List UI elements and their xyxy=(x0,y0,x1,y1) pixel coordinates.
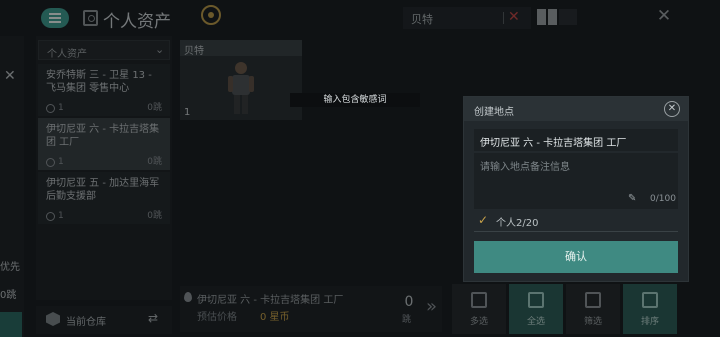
swap-icon[interactable]: ⇄ xyxy=(148,311,158,325)
location-filter-label: 个人资产 xyxy=(47,49,87,60)
left-edge-jumps: 0跳 xyxy=(0,290,17,301)
warehouse-icon xyxy=(46,312,60,326)
box-icon xyxy=(46,103,55,113)
divider xyxy=(474,231,678,232)
top-bar: 个人资产 贝特 ✕ ✕ xyxy=(0,0,720,36)
multi-select-button[interactable]: 多选 xyxy=(452,284,506,334)
grid-view-icon[interactable] xyxy=(537,9,546,25)
hamburger-icon xyxy=(49,13,61,23)
sort-label: 排序 xyxy=(640,316,659,327)
list-view-icon[interactable] xyxy=(559,9,577,25)
note-placeholder: 请输入地点备注信息 xyxy=(480,162,570,173)
item-count: 1 xyxy=(46,211,64,221)
personal-checkbox-label: 个人2/20 xyxy=(496,218,539,229)
checkbox-icon xyxy=(471,291,487,308)
dialog-title: 创建地点 xyxy=(474,107,514,118)
item-name: 贝特 xyxy=(184,46,204,57)
selection-info-bar: 伊切尼亚 六 - 卡拉吉塔集团 工厂 预估价格 0 星币 0 跳 » xyxy=(180,286,442,332)
location-pin-icon xyxy=(184,292,192,302)
item-count-value: 1 xyxy=(58,157,64,167)
item-card-header: 贝特 xyxy=(180,40,302,57)
select-all-button[interactable]: 全选 xyxy=(509,284,563,334)
filter-icon xyxy=(585,291,601,308)
box-icon xyxy=(46,157,55,167)
selected-location: 伊切尼亚 六 - 卡拉吉塔集团 工厂 xyxy=(197,295,344,306)
sort-icon xyxy=(642,291,658,308)
list-item[interactable]: 安乔特斯 三 - 卫星 13 - 飞马集团 零售中心 1 0跳 xyxy=(38,64,170,116)
note-char-count: 0/100 xyxy=(650,194,676,204)
location-name: 伊切尼亚 五 - 加达里海军 后勤支援部 xyxy=(46,178,160,202)
search-value: 贝特 xyxy=(411,13,433,26)
item-count-value: 1 xyxy=(58,103,64,113)
item-count-value: 1 xyxy=(58,211,64,221)
jump-count: 0跳 xyxy=(147,157,162,167)
item-quantity: 1 xyxy=(184,107,191,118)
jump-quantity: 0 xyxy=(404,294,414,310)
list-item[interactable]: 伊切尼亚 六 - 卡拉吉塔集团 工厂 1 0跳 xyxy=(38,118,170,170)
view-toggle[interactable] xyxy=(537,9,579,27)
menu-button[interactable] xyxy=(41,8,69,28)
item-count: 1 xyxy=(46,103,64,113)
close-icon[interactable]: ✕ xyxy=(664,101,680,117)
sort-button[interactable]: 排序 xyxy=(623,284,677,334)
filter-label: 筛选 xyxy=(583,316,602,327)
current-warehouse-bar[interactable]: 当前仓库 ⇄ xyxy=(36,306,172,334)
location-name-field[interactable]: 伊切尼亚 六 - 卡拉吉塔集团 工厂 xyxy=(474,129,678,151)
close-icon[interactable]: ✕ xyxy=(654,6,674,26)
item-card[interactable]: 贝特 1 xyxy=(180,40,302,120)
location-name: 伊切尼亚 六 - 卡拉吉塔集团 工厂 xyxy=(46,124,160,148)
close-icon[interactable]: ✕ xyxy=(4,68,16,84)
select-all-icon xyxy=(528,291,544,308)
location-name: 安乔特斯 三 - 卫星 13 - 飞马集团 零售中心 xyxy=(46,70,152,94)
price-label: 预估价格 xyxy=(197,312,237,323)
dialog-header: 创建地点 ✕ xyxy=(464,97,688,121)
location-filter-dropdown[interactable]: 个人资产 ⌄ xyxy=(38,40,170,60)
expand-arrow-icon[interactable]: » xyxy=(426,296,437,317)
chevron-down-icon: ⌄ xyxy=(155,43,165,56)
select-all-label: 全选 xyxy=(526,316,545,327)
jump-count: 0跳 xyxy=(147,103,162,113)
box-icon xyxy=(46,211,55,221)
page-title: 个人资产 xyxy=(103,12,171,32)
search-input[interactable]: 贝特 ✕ xyxy=(403,7,531,29)
character-figure-icon xyxy=(228,62,254,114)
item-count: 1 xyxy=(46,157,64,167)
edit-icon: ✎ xyxy=(628,193,637,204)
left-edge-label: 优先 xyxy=(0,262,20,273)
clear-search-icon[interactable]: ✕ xyxy=(508,9,520,25)
warning-toast: 输入包含敏感词 xyxy=(290,93,420,107)
confirm-button[interactable]: 确认 xyxy=(474,241,678,273)
grid-view-icon-2[interactable] xyxy=(548,9,557,25)
create-location-dialog: 创建地点 ✕ 伊切尼亚 六 - 卡拉吉塔集团 工厂 请输入地点备注信息 ✎ 0/… xyxy=(463,96,689,282)
assets-icon xyxy=(83,10,98,26)
left-edge-panel: ✕ 优先 0跳 xyxy=(0,36,24,337)
location-note-field[interactable]: 请输入地点备注信息 ✎ 0/100 xyxy=(474,153,678,209)
jump-count: 0跳 xyxy=(147,211,162,221)
location-list: 个人资产 ⌄ 安乔特斯 三 - 卫星 13 - 飞马集团 零售中心 1 0跳 伊… xyxy=(36,36,172,300)
left-edge-button[interactable] xyxy=(0,312,22,337)
target-icon[interactable] xyxy=(201,5,221,25)
checkmark-icon[interactable]: ✓ xyxy=(478,214,490,226)
filter-button[interactable]: 筛选 xyxy=(566,284,620,334)
multi-select-label: 多选 xyxy=(469,316,488,327)
list-item[interactable]: 伊切尼亚 五 - 加达里海军 后勤支援部 1 0跳 xyxy=(38,172,170,224)
price-value: 0 星币 xyxy=(260,312,290,323)
search-divider xyxy=(503,12,504,24)
jump-unit: 跳 xyxy=(402,315,412,325)
warehouse-label: 当前仓库 xyxy=(66,317,106,328)
